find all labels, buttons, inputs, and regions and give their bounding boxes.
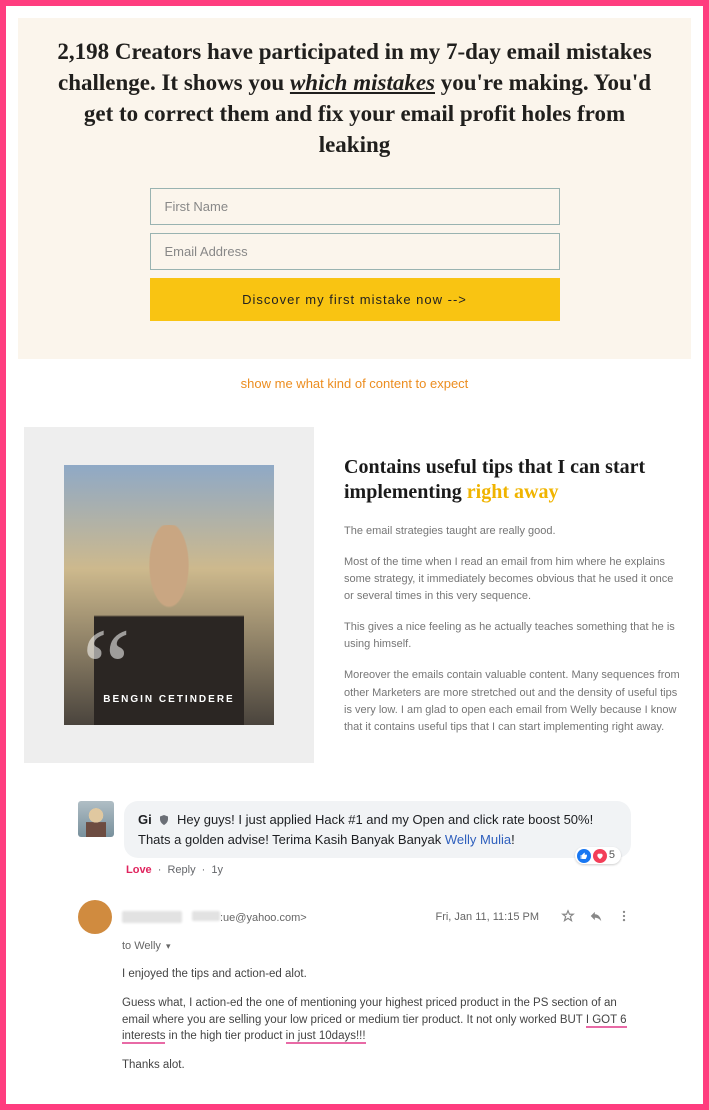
quote-mark-icon: “ [82,640,117,695]
testimonial-para: Moreover the emails contain valuable con… [344,667,685,735]
testimonial-photo: “ BENGIN CETINDERE [64,465,274,725]
hero-headline-underlined: which mistakes [290,70,435,95]
redacted-address-prefix [192,911,220,921]
comment-mention-link[interactable]: Welly Mulia [445,832,511,847]
comment-body-post: ! [511,832,515,847]
email-body: I enjoyed the tips and action-ed alot. G… [122,966,631,1073]
hero-optin-section: 2,198 Creators have participated in my 7… [18,18,691,359]
testimonial-author-name: BENGIN CETINDERE [64,694,274,705]
first-name-field[interactable] [150,188,560,225]
email-field[interactable] [150,233,560,270]
love-action[interactable]: Love [126,864,152,876]
email-testimonial: :ue@yahoo.com> Fri, Jan 11, 11:15 PM to … [78,900,631,1073]
testimonial-headline-accent: right away [467,481,559,503]
reply-icon[interactable] [589,909,603,926]
email-date: Fri, Jan 11, 11:15 PM [435,911,539,923]
like-icon [577,849,591,863]
email-sender-avatar [78,900,112,934]
badge-shield-icon [158,813,170,831]
email-header-row: :ue@yahoo.com> Fri, Jan 11, 11:15 PM [78,900,631,934]
testimonial-para: The email strategies taught are really g… [344,523,685,540]
redacted-sender-name [122,911,182,923]
email-address-suffix: :ue@yahoo.com> [220,912,307,924]
discover-mistake-button[interactable]: Discover my first mistake now --> [150,278,560,321]
testimonial-section: “ BENGIN CETINDERE Contains useful tips … [24,427,685,763]
love-icon [593,849,607,863]
email-p2-mid: in the high tier product [165,1030,285,1042]
facebook-comment: Gi Hey guys! I just applied Hack #1 and … [78,801,631,858]
testimonial-photo-card: “ BENGIN CETINDERE [24,427,314,763]
comment-meta-row: Love · Reply · 1y [126,864,691,876]
email-highlight: in just 10days!!! [286,1030,366,1044]
reaction-count: 5 [609,848,615,863]
more-vert-icon[interactable] [617,909,631,926]
email-to-line[interactable]: to Welly ▾ [122,940,631,952]
comment-bubble: Gi Hey guys! I just applied Hack #1 and … [124,801,631,858]
chevron-down-icon: ▾ [166,941,171,951]
email-para: Thanks alot. [122,1057,631,1074]
comment-body-pre: Hey guys! I just applied Hack #1 and my … [138,812,593,847]
optin-form: Discover my first mistake now --> [150,188,560,321]
commenter-name: Gi [138,812,152,827]
testimonial-headline: Contains useful tips that I can start im… [344,455,685,505]
expect-link-row: show me what kind of content to expect [18,375,691,393]
star-icon[interactable] [561,909,575,926]
reply-action[interactable]: Reply [167,864,195,876]
comment-age: 1y [211,864,223,876]
email-sender-address: :ue@yahoo.com> [192,911,307,924]
hero-headline: 2,198 Creators have participated in my 7… [48,36,661,160]
show-content-link[interactable]: show me what kind of content to expect [241,376,469,391]
email-para: Guess what, I action-ed the one of menti… [122,995,631,1045]
testimonial-para: Most of the time when I read an email fr… [344,554,685,605]
reaction-chip[interactable]: 5 [575,847,621,864]
email-to-text: to Welly [122,940,161,952]
email-p2-pre: Guess what, I action-ed the one of menti… [122,997,617,1026]
testimonial-body: Contains useful tips that I can start im… [344,427,685,763]
testimonial-para: This gives a nice feeling as he actually… [344,619,685,653]
email-para: I enjoyed the tips and action-ed alot. [122,966,631,983]
commenter-avatar [78,801,114,837]
